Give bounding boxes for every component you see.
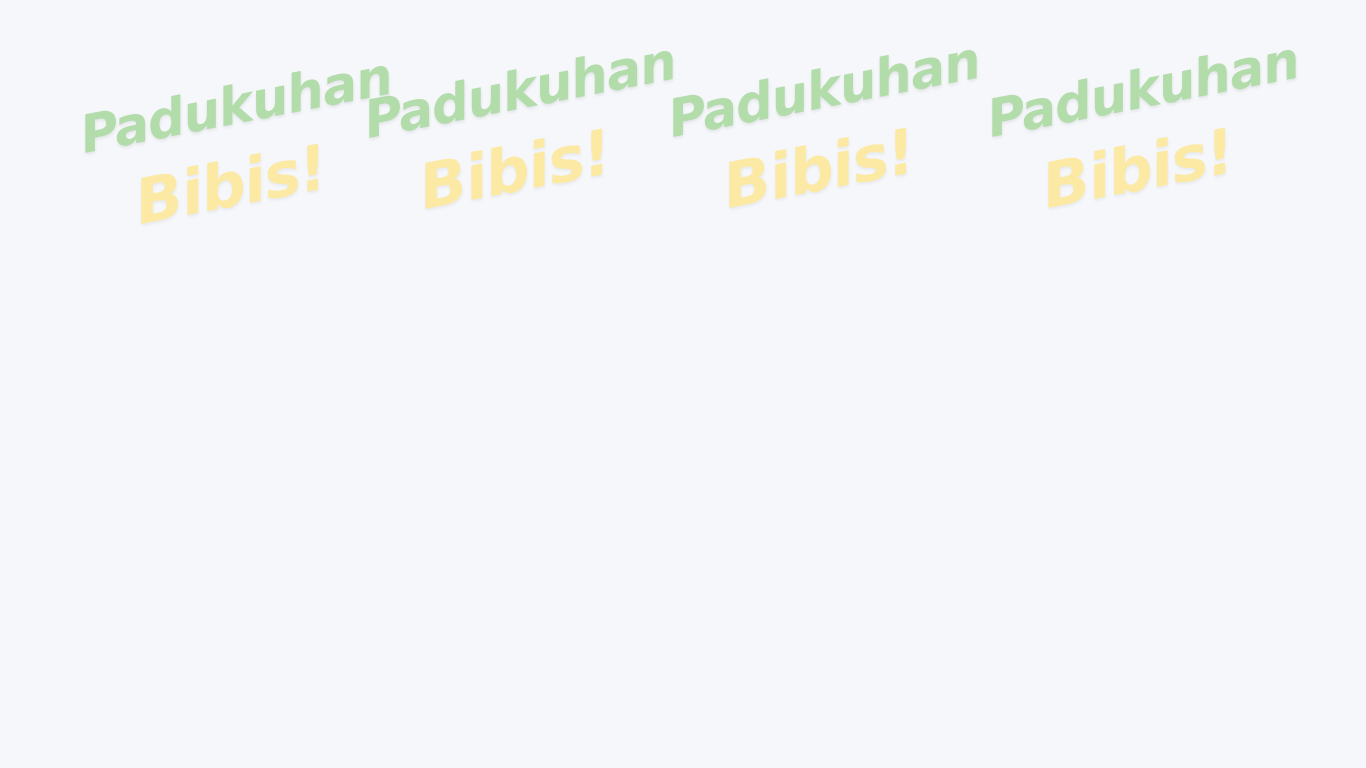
padukuhan-bibis-logo: Padukuhan Bibis! — [75, 47, 397, 280]
padukuhan-bibis-logo: Padukuhan Bibis! — [663, 31, 985, 264]
padukuhan-bibis-logo: Padukuhan Bibis! — [982, 31, 1304, 264]
padukuhan-bibis-logo: Padukuhan Bibis! — [359, 32, 681, 265]
